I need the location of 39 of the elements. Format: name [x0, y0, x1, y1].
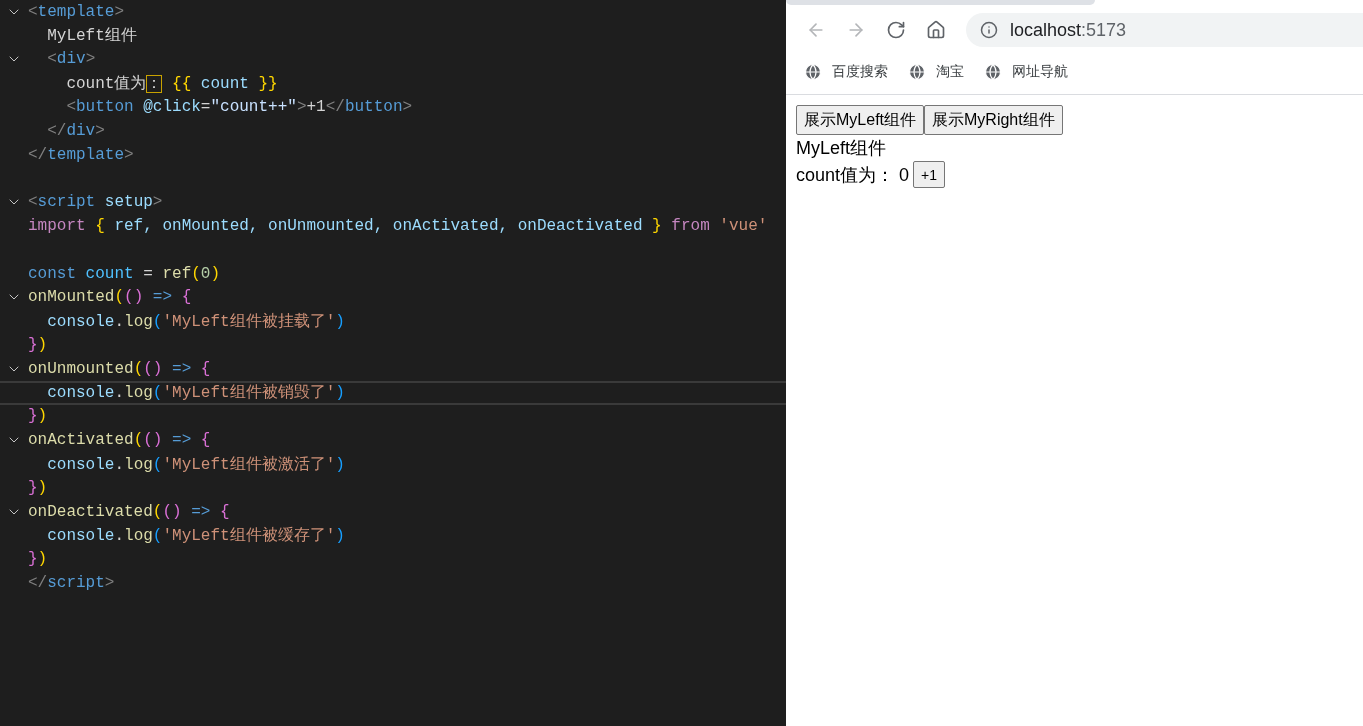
component-heading: MyLeft组件 — [796, 137, 888, 160]
code-line: </script> — [28, 574, 115, 592]
info-icon[interactable] — [980, 21, 998, 39]
count-text: count值为： 0 — [796, 163, 910, 187]
code-line: MyLeft组件 — [46, 26, 137, 47]
globe-icon[interactable] — [804, 63, 822, 81]
code-line: <button @click="count++">+1</button> — [65, 98, 413, 117]
code-line: console.log('MyLeft组件被缓存了') — [46, 525, 345, 546]
reload-icon[interactable] — [886, 20, 906, 40]
show-component-button[interactable]: 展示MyRight组件 — [924, 105, 1063, 135]
bookmark-link[interactable]: 淘宝 — [908, 63, 964, 81]
code-line: import { ref, onMounted, onUnmounted, onActivated, onDeactivated } from 'vue' — [28, 217, 768, 236]
code-line: console.log('MyLeft组件被销毁了') — [46, 383, 345, 404]
globe-icon[interactable] — [984, 63, 1002, 81]
code-line: onDeactivated(() => { — [28, 502, 230, 521]
code-line: onMounted(() => { — [28, 288, 192, 307]
code-line: }) — [28, 407, 48, 426]
code-line: const count = ref(0) — [28, 264, 221, 283]
code-line: count值为： {{ count }} — [65, 73, 278, 94]
code-line: console.log('MyLeft组件被激活了') — [46, 454, 345, 475]
code-line: </div> — [46, 121, 105, 140]
address-bar[interactable]: localhost:5173 — [966, 13, 1363, 47]
bookmark-link[interactable]: 网址导航 — [984, 63, 1068, 81]
bookmark-link[interactable]: 百度搜索 — [804, 63, 888, 81]
code-line: <script setup> — [28, 193, 163, 212]
show-component-button[interactable]: 展示MyLeft组件 — [796, 105, 924, 135]
code-line: onUnmounted(() => { — [28, 359, 211, 378]
code-line: }) — [28, 550, 48, 569]
url-text: localhost:5173 — [1010, 19, 1127, 41]
code-line: <div> — [46, 50, 96, 69]
home-icon[interactable] — [926, 20, 946, 40]
code-line: onActivated(() => { — [28, 431, 211, 450]
globe-icon[interactable] — [908, 63, 926, 81]
code-line: }) — [28, 336, 48, 355]
code-line: </template> — [28, 145, 134, 164]
increment-button[interactable]: +1 — [913, 161, 945, 188]
code-line: }) — [28, 478, 48, 497]
code-line: <template> — [28, 2, 125, 21]
code-line: console.log('MyLeft组件被挂载了') — [46, 311, 345, 332]
